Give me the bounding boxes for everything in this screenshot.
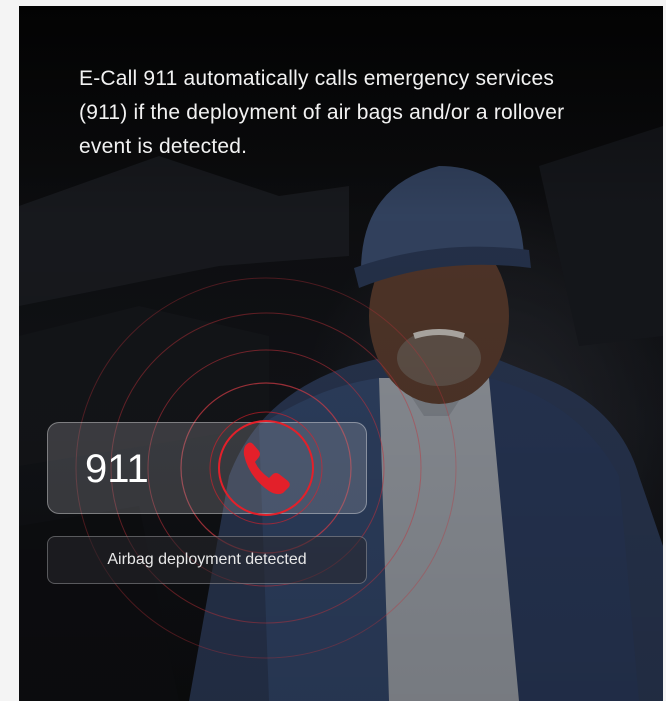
call-button[interactable] [209, 411, 323, 525]
status-badge: Airbag deployment detected [47, 536, 367, 584]
feature-description: E-Call 911 automatically calls emergency… [79, 67, 565, 158]
call-number: 911 [85, 447, 149, 491]
phone-icon [209, 411, 323, 525]
ecall-feature-card: E-Call 911 automatically calls emergency… [19, 6, 663, 701]
